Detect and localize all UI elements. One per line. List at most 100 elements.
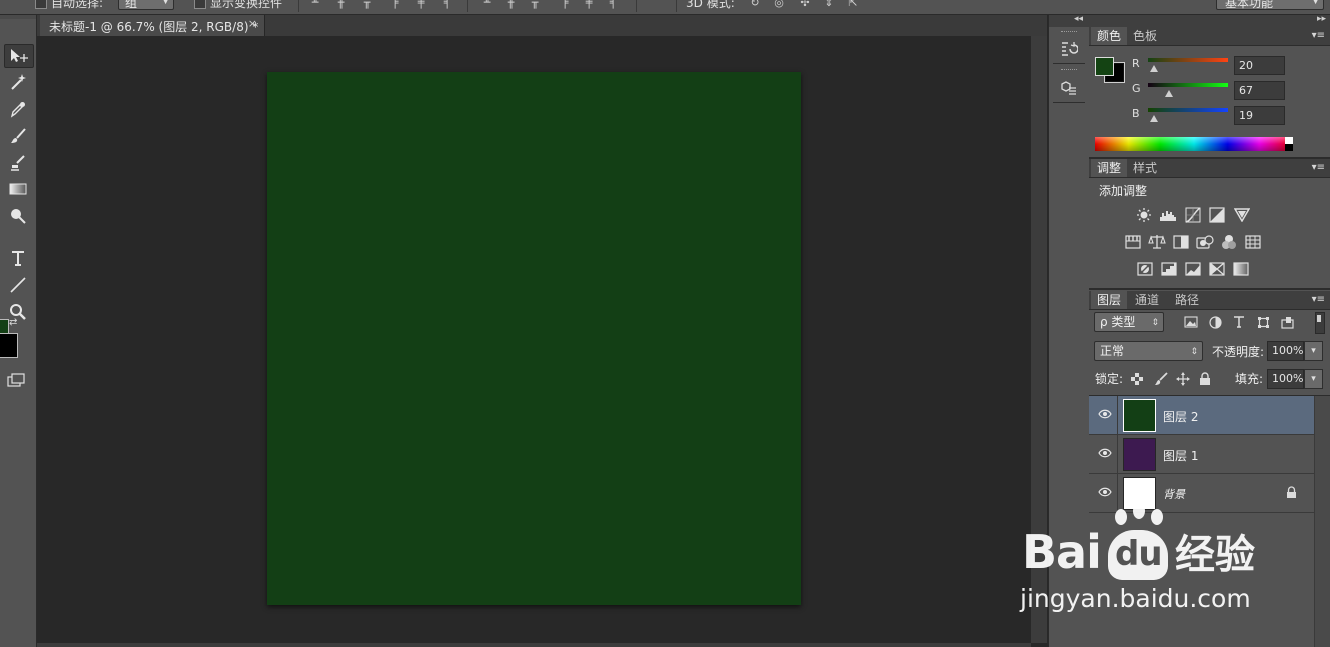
brightness-contrast-icon[interactable] [1135, 207, 1153, 223]
tab-styles[interactable]: 样式 [1127, 159, 1163, 177]
distribute-top-icon[interactable]: ╨ [480, 0, 494, 10]
expand-icon[interactable]: ▸▸ [1317, 14, 1326, 24]
background-swatch[interactable] [0, 333, 18, 358]
layer-name[interactable]: 图层 2 [1163, 408, 1198, 425]
rotate-3d-icon[interactable]: ↻ [748, 0, 762, 10]
color-foreground-swatch[interactable] [1095, 57, 1114, 76]
history-panel-button[interactable] [1059, 39, 1079, 59]
magic-wand-tool[interactable] [4, 71, 32, 93]
align-right-icon[interactable]: ╡ [440, 0, 454, 10]
curves-icon[interactable] [1184, 207, 1202, 223]
shape-filter-icon[interactable] [1254, 314, 1272, 330]
clone-stamp-tool[interactable] [4, 152, 32, 174]
auto-select-checkbox[interactable] [35, 0, 47, 9]
align-hcenter-icon[interactable]: ╪ [414, 0, 428, 10]
tab-layers[interactable]: 图层 [1091, 291, 1128, 309]
dock-grip[interactable] [1061, 69, 1077, 72]
layer-name[interactable]: 图层 1 [1163, 447, 1198, 464]
fill-dropdown-button[interactable]: ▾ [1304, 369, 1323, 389]
type-filter-icon[interactable] [1230, 314, 1248, 330]
levels-icon[interactable] [1159, 207, 1177, 223]
align-left-icon[interactable]: ╞ [388, 0, 402, 10]
g-slider-thumb[interactable] [1165, 90, 1174, 97]
lock-position-icon[interactable] [1174, 371, 1192, 387]
adjustment-filter-icon[interactable] [1206, 314, 1224, 330]
smart-object-filter-icon[interactable] [1278, 314, 1296, 330]
photo-filter-icon[interactable] [1196, 234, 1214, 250]
lock-transparency-icon[interactable] [1128, 371, 1146, 387]
scale-3d-icon[interactable]: ⇱ [846, 0, 860, 10]
spectrum-white[interactable] [1285, 137, 1293, 144]
show-transform-checkbox[interactable] [194, 0, 206, 9]
vibrance-icon[interactable] [1233, 207, 1251, 223]
tab-color[interactable]: 颜色 [1091, 27, 1128, 45]
gradient-tool[interactable] [4, 178, 32, 200]
distribute-vcenter-icon[interactable]: ╫ [504, 0, 518, 10]
blend-mode-dropdown[interactable]: 正常 ⇕ [1094, 341, 1203, 361]
document-canvas[interactable] [267, 72, 801, 605]
layer-filter-dropdown[interactable]: ρ 类型 ⇕ [1094, 312, 1164, 332]
color-lookup-icon[interactable] [1244, 234, 1262, 250]
fill-field[interactable]: 100% [1267, 369, 1304, 389]
exposure-icon[interactable] [1208, 207, 1226, 223]
align-bottom-icon[interactable]: ╥ [360, 0, 374, 10]
distribute-left-icon[interactable]: ╞ [558, 0, 572, 10]
roll-3d-icon[interactable]: ◎ [772, 0, 786, 10]
tab-adjustments[interactable]: 调整 [1091, 159, 1128, 177]
document-tab[interactable]: 未标题-1 @ 66.7% (图层 2, RGB/8) * × [40, 15, 265, 36]
color-balance-icon[interactable] [1148, 234, 1166, 250]
move-tool[interactable] [4, 44, 34, 68]
line-tool[interactable] [4, 274, 32, 296]
layer-name[interactable]: 背景 [1163, 486, 1185, 502]
panel-menu-icon[interactable]: ▾≡ [1312, 291, 1325, 309]
g-value-field[interactable]: 67 [1234, 81, 1285, 100]
gradient-map-icon[interactable] [1232, 261, 1250, 277]
g-slider[interactable] [1148, 83, 1228, 87]
panel-menu-icon[interactable]: ▾≡ [1312, 27, 1325, 45]
opacity-field[interactable]: 100% [1267, 341, 1304, 361]
workspace-dropdown[interactable]: 基本功能 ▼ [1216, 0, 1324, 10]
layer-row[interactable]: 图层 1 [1089, 435, 1314, 474]
b-value-field[interactable]: 19 [1234, 106, 1285, 125]
channel-mixer-icon[interactable] [1220, 234, 1238, 250]
tab-paths[interactable]: 路径 [1169, 291, 1205, 309]
posterize-icon[interactable] [1160, 261, 1178, 277]
filter-toggle[interactable] [1315, 312, 1325, 334]
spectrum-black[interactable] [1285, 144, 1293, 151]
threshold-icon[interactable] [1184, 261, 1202, 277]
distribute-hcenter-icon[interactable]: ╪ [582, 0, 596, 10]
drag-3d-icon[interactable]: ✣ [798, 0, 812, 10]
r-value-field[interactable]: 20 [1234, 56, 1285, 75]
opacity-dropdown-button[interactable]: ▾ [1304, 341, 1323, 361]
eye-icon[interactable] [1098, 486, 1112, 498]
screen-mode-icon[interactable] [7, 373, 25, 387]
eye-icon[interactable] [1098, 447, 1112, 459]
eye-icon[interactable] [1098, 408, 1112, 420]
dock-grip[interactable] [1061, 31, 1077, 34]
brush-tool[interactable] [4, 125, 32, 147]
distribute-right-icon[interactable]: ╡ [606, 0, 620, 10]
align-top-icon[interactable]: ╨ [308, 0, 322, 10]
panel-menu-icon[interactable]: ▾≡ [1312, 159, 1325, 177]
close-icon[interactable]: × [248, 17, 257, 30]
slide-3d-icon[interactable]: ⇕ [822, 0, 836, 10]
distribute-bottom-icon[interactable]: ╥ [528, 0, 542, 10]
tab-channels[interactable]: 通道 [1129, 291, 1165, 309]
align-vcenter-icon[interactable]: ╫ [334, 0, 348, 10]
auto-select-dropdown[interactable]: 组 ▼ [118, 0, 174, 10]
r-slider[interactable] [1148, 58, 1228, 62]
b-slider-thumb[interactable] [1150, 115, 1158, 122]
hue-saturation-icon[interactable] [1124, 234, 1142, 250]
layer-row[interactable]: 图层 2 [1089, 396, 1314, 435]
collapse-icon[interactable]: ◂◂ [1074, 14, 1083, 24]
dodge-tool[interactable] [4, 205, 32, 227]
lock-pixels-icon[interactable] [1152, 371, 1170, 387]
swap-colors-icon[interactable]: ⇄ [9, 317, 21, 329]
type-tool[interactable] [4, 247, 32, 269]
image-filter-icon[interactable] [1182, 314, 1200, 330]
invert-icon[interactable] [1136, 261, 1154, 277]
b-slider[interactable] [1148, 108, 1228, 112]
properties-panel-button[interactable] [1059, 78, 1079, 98]
r-slider-thumb[interactable] [1150, 65, 1159, 72]
horizontal-scrollbar[interactable] [37, 643, 1031, 647]
